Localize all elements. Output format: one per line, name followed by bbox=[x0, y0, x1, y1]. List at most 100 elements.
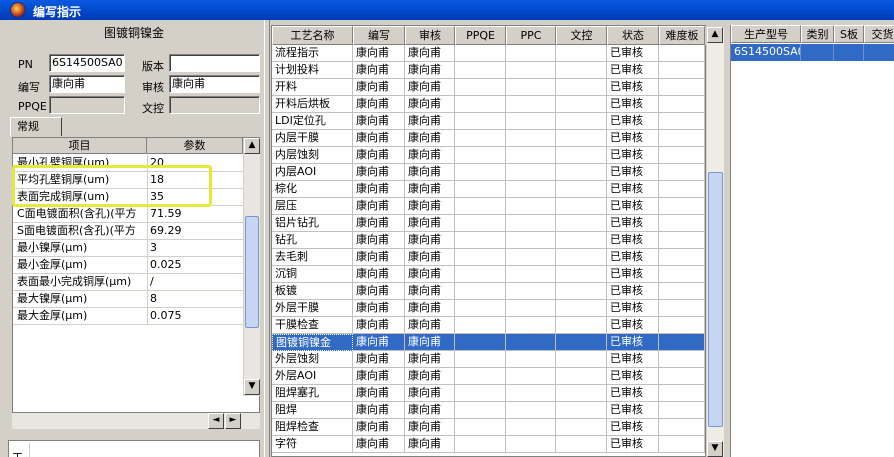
table-row[interactable]: 板镀 康向甫 康向甫 已审核 bbox=[272, 283, 707, 300]
reviewer-cell[interactable]: 康向甫 bbox=[405, 334, 455, 351]
control-cell[interactable] bbox=[556, 249, 607, 266]
author-cell[interactable]: 康向甫 bbox=[353, 147, 405, 164]
status-cell[interactable]: 已审核 bbox=[607, 215, 659, 232]
col-difficulty[interactable]: 难度板 bbox=[659, 26, 705, 45]
param-value[interactable]: 0.025 bbox=[147, 257, 243, 273]
process-name-cell[interactable]: 阻焊检查 bbox=[272, 419, 353, 436]
process-name-cell[interactable]: 开料 bbox=[272, 79, 353, 96]
table-row[interactable]: 去毛刺 康向甫 康向甫 已审核 bbox=[272, 249, 707, 266]
author-cell[interactable]: 康向甫 bbox=[353, 232, 405, 249]
status-cell[interactable]: 已审核 bbox=[607, 147, 659, 164]
ppqe-cell[interactable] bbox=[455, 266, 506, 283]
control-cell[interactable] bbox=[556, 283, 607, 300]
param-value[interactable]: / bbox=[147, 274, 243, 290]
process-name-cell[interactable]: LDI定位孔 bbox=[272, 113, 353, 130]
author-cell[interactable]: 康向甫 bbox=[353, 368, 405, 385]
control-field[interactable] bbox=[169, 96, 260, 114]
pn-field[interactable]: 6S14500SA0 bbox=[49, 54, 125, 72]
col-category[interactable]: 类别 bbox=[801, 25, 834, 43]
process-table-vscroll[interactable]: ▲ ▼ bbox=[707, 27, 724, 457]
status-cell[interactable]: 已审核 bbox=[607, 351, 659, 368]
notes-memo[interactable] bbox=[29, 443, 257, 457]
table-row[interactable]: 开料 康向甫 康向甫 已审核 bbox=[272, 79, 707, 96]
ppc-cell[interactable] bbox=[506, 181, 556, 198]
ppc-cell[interactable] bbox=[506, 436, 556, 453]
status-cell[interactable]: 已审核 bbox=[607, 45, 659, 62]
scroll-up-icon[interactable]: ▲ bbox=[707, 27, 723, 43]
table-row[interactable]: 干膜检查 康向甫 康向甫 已审核 bbox=[272, 317, 707, 334]
ppc-cell[interactable] bbox=[506, 164, 556, 181]
col-status[interactable]: 状态 bbox=[607, 26, 659, 45]
reviewer-cell[interactable]: 康向甫 bbox=[405, 147, 455, 164]
author-cell[interactable]: 康向甫 bbox=[353, 317, 405, 334]
difficulty-cell[interactable] bbox=[659, 402, 705, 419]
ppqe-cell[interactable] bbox=[455, 164, 506, 181]
process-name-cell[interactable]: 钻孔 bbox=[272, 232, 353, 249]
process-name-cell[interactable]: 层压 bbox=[272, 198, 353, 215]
control-cell[interactable] bbox=[556, 266, 607, 283]
reviewer-cell[interactable]: 康向甫 bbox=[405, 368, 455, 385]
status-cell[interactable]: 已审核 bbox=[607, 181, 659, 198]
table-row[interactable]: 外层AOI 康向甫 康向甫 已审核 bbox=[272, 368, 707, 385]
table-row[interactable]: 沉铜 康向甫 康向甫 已审核 bbox=[272, 266, 707, 283]
author-cell[interactable]: 康向甫 bbox=[353, 266, 405, 283]
control-cell[interactable] bbox=[556, 300, 607, 317]
ppc-cell[interactable] bbox=[506, 62, 556, 79]
ppc-cell[interactable] bbox=[506, 232, 556, 249]
param-value[interactable]: 3 bbox=[147, 240, 243, 256]
control-cell[interactable] bbox=[556, 402, 607, 419]
reviewer-cell[interactable]: 康向甫 bbox=[405, 198, 455, 215]
param-grid-vscroll[interactable]: ▲ ▼ bbox=[243, 138, 260, 396]
author-cell[interactable]: 康向甫 bbox=[353, 79, 405, 96]
reviewer-cell[interactable]: 康向甫 bbox=[405, 181, 455, 198]
ppc-cell[interactable] bbox=[506, 79, 556, 96]
control-cell[interactable] bbox=[556, 334, 607, 351]
col-process-name[interactable]: 工艺名称 bbox=[272, 26, 353, 45]
control-cell[interactable] bbox=[556, 215, 607, 232]
difficulty-cell[interactable] bbox=[659, 130, 705, 147]
ppc-cell[interactable] bbox=[506, 419, 556, 436]
scroll-up-icon[interactable]: ▲ bbox=[244, 138, 260, 154]
ppqe-cell[interactable] bbox=[455, 62, 506, 79]
difficulty-cell[interactable] bbox=[659, 113, 705, 130]
status-cell[interactable]: 已审核 bbox=[607, 232, 659, 249]
table-row[interactable]: S面电镀面积(含孔)(平方 69.29 bbox=[13, 223, 243, 240]
status-cell[interactable]: 已审核 bbox=[607, 436, 659, 453]
control-cell[interactable] bbox=[556, 62, 607, 79]
status-cell[interactable]: 已审核 bbox=[607, 402, 659, 419]
difficulty-cell[interactable] bbox=[659, 79, 705, 96]
scroll-down-icon[interactable]: ▼ bbox=[244, 379, 260, 395]
table-row[interactable]: 计划投料 康向甫 康向甫 已审核 bbox=[272, 62, 707, 79]
ppqe-cell[interactable] bbox=[455, 368, 506, 385]
process-name-cell[interactable]: 图镀铜镍金 bbox=[272, 334, 353, 351]
control-cell[interactable] bbox=[556, 385, 607, 402]
status-cell[interactable]: 已审核 bbox=[607, 96, 659, 113]
process-name-cell[interactable]: 铝片钻孔 bbox=[272, 215, 353, 232]
author-cell[interactable]: 康向甫 bbox=[353, 113, 405, 130]
model-cell[interactable]: 6S14500SA0 bbox=[731, 44, 801, 61]
reviewer-cell[interactable]: 康向甫 bbox=[405, 113, 455, 130]
status-cell[interactable]: 已审核 bbox=[607, 300, 659, 317]
reviewer-cell[interactable]: 康向甫 bbox=[405, 96, 455, 113]
table-row[interactable]: 铝片钻孔 康向甫 康向甫 已审核 bbox=[272, 215, 707, 232]
author-cell[interactable]: 康向甫 bbox=[353, 198, 405, 215]
reviewer-cell[interactable]: 康向甫 bbox=[405, 45, 455, 62]
ppqe-cell[interactable] bbox=[455, 283, 506, 300]
difficulty-cell[interactable] bbox=[659, 300, 705, 317]
status-cell[interactable]: 已审核 bbox=[607, 419, 659, 436]
col-s-board[interactable]: S板 bbox=[834, 25, 864, 43]
col-author[interactable]: 编写 bbox=[353, 26, 405, 45]
process-name-cell[interactable]: 外层AOI bbox=[272, 368, 353, 385]
ppqe-cell[interactable] bbox=[455, 113, 506, 130]
status-cell[interactable]: 已审核 bbox=[607, 130, 659, 147]
reviewer-cell[interactable]: 康向甫 bbox=[405, 317, 455, 334]
ppqe-cell[interactable] bbox=[455, 385, 506, 402]
col-model[interactable]: 生产型号 bbox=[731, 25, 801, 43]
author-cell[interactable]: 康向甫 bbox=[353, 419, 405, 436]
author-cell[interactable]: 康向甫 bbox=[353, 385, 405, 402]
process-name-cell[interactable]: 外层蚀刻 bbox=[272, 351, 353, 368]
ppqe-cell[interactable] bbox=[455, 334, 506, 351]
process-name-cell[interactable]: 开料后烘板 bbox=[272, 96, 353, 113]
process-name-cell[interactable]: 阻焊塞孔 bbox=[272, 385, 353, 402]
ppqe-cell[interactable] bbox=[455, 130, 506, 147]
